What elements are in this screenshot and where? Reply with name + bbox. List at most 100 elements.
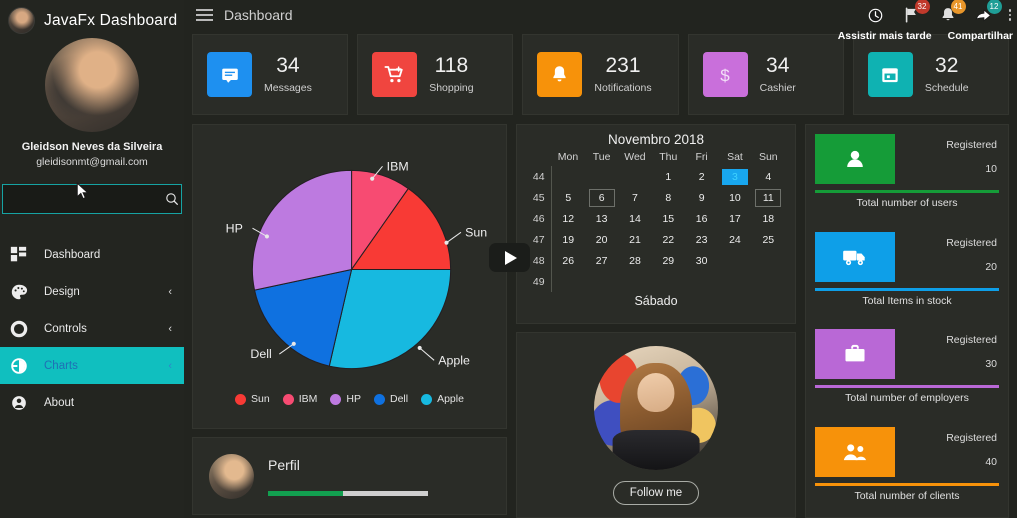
calendar-day[interactable]: 10 [722,190,748,206]
calendar-day[interactable]: 4 [755,169,781,185]
calendar-day-cell[interactable]: 11 [752,187,785,208]
calendar-day[interactable]: 15 [655,211,681,227]
calendar-day-selected[interactable]: 3 [721,168,748,185]
sidebar-item-about[interactable]: About [0,384,184,421]
calendar-day[interactable]: 30 [689,253,715,269]
content-area: IBM Sun HP Dell Apple Sun IBM HP Dell Ap… [184,115,1017,518]
sidebar-item-controls[interactable]: Controls ‹ [0,310,184,347]
hamburger-icon[interactable] [196,9,213,21]
calendar-day-cell[interactable]: 21 [618,229,651,250]
flag-icon[interactable]: 32 [901,0,930,26]
calendar-day-cell[interactable]: 23 [685,229,718,250]
calendar-day-cell[interactable]: 1 [652,166,685,187]
calendar-day[interactable]: 24 [722,232,748,248]
calendar-day-cell[interactable]: 15 [652,208,685,229]
calendar-day-cell[interactable]: 14 [618,208,651,229]
calendar-day[interactable]: 27 [589,253,615,269]
stat-card-cashier[interactable]: $ 34 Cashier [687,34,844,115]
calendar-day[interactable]: 22 [655,232,681,248]
calendar-day-cell[interactable]: 6 [585,187,618,208]
sidebar-item-dashboard[interactable]: Dashboard [0,236,184,273]
calendar-day[interactable]: 9 [689,190,715,206]
calendar-day[interactable]: 25 [755,232,781,248]
calendar-day[interactable]: 16 [689,211,715,227]
registered-card-stock[interactable]: Registered 20 Total Items in stock [815,231,999,323]
calendar-day-cell[interactable]: 12 [551,208,585,229]
sidebar-item-label: Charts [44,359,78,372]
calendar-day-cell[interactable]: 25 [752,229,785,250]
calendar-day[interactable]: 17 [722,211,748,227]
stat-value: 34 [276,54,300,78]
more-vertical-icon[interactable] [1008,9,1011,21]
calendar-day[interactable]: 13 [589,211,615,227]
calendar-day-cell[interactable]: 4 [752,166,785,187]
pie-chart-panel: IBM Sun HP Dell Apple Sun IBM HP Dell Ap… [192,124,507,429]
calendar-day-cell[interactable]: 20 [585,229,618,250]
sidebar-item-charts[interactable]: Charts ‹ [0,347,184,384]
stat-card-messages[interactable]: 34 Messages [192,34,349,115]
share-icon[interactable]: 12 [973,0,1002,26]
registered-card-users[interactable]: Registered 10 Total number of users [815,134,999,225]
calendar-day[interactable]: 28 [622,253,648,269]
calendar-day[interactable]: 19 [555,232,581,248]
calendar-day[interactable]: 23 [689,232,715,248]
calendar-day-cell[interactable]: 26 [551,250,585,271]
stat-card-shopping[interactable]: 118 Shopping [357,34,514,115]
calendar-day[interactable]: 6 [588,188,615,207]
calendar-day-cell[interactable]: 28 [618,250,651,271]
calendar-day-cell[interactable]: 19 [551,229,585,250]
stat-value: 32 [935,54,959,78]
search-box[interactable] [2,184,182,214]
search-icon[interactable] [164,191,180,207]
calendar-day-cell[interactable]: 13 [585,208,618,229]
calendar-day-cell[interactable]: 2 [685,166,718,187]
legend-item[interactable]: IBM [282,393,317,405]
calendar-day-cell[interactable]: 29 [652,250,685,271]
calendar-day[interactable]: 5 [555,190,581,206]
calendar-day[interactable]: 14 [622,211,648,227]
calendar-day-cell[interactable]: 5 [551,187,585,208]
play-button-overlay[interactable] [489,243,530,272]
calendar-day[interactable]: 18 [755,211,781,227]
stat-value: 34 [766,54,790,78]
pie-label-apple: Apple [438,353,470,367]
stat-card-schedule[interactable]: 32 Schedule [852,34,1010,115]
watch-later-clock-icon[interactable] [865,4,887,26]
calendar-day[interactable]: 8 [655,190,681,206]
stat-value: 231 [605,54,641,78]
calendar-day-cell[interactable]: 8 [652,187,685,208]
calendar-day-cell[interactable]: 16 [685,208,718,229]
legend-item[interactable]: Sun [235,393,270,405]
calendar-day-cell[interactable]: 27 [585,250,618,271]
registered-card-employers[interactable]: Registered 30 Total number of employers [815,329,999,420]
calendar-week-number: 48 [527,250,552,271]
sidebar-item-design[interactable]: Design ‹ [0,273,184,310]
legend-item[interactable]: HP [330,393,361,405]
calendar-day-cell[interactable]: 24 [718,229,751,250]
calendar-day-cell[interactable]: 7 [618,187,651,208]
tooltip-share: Compartilhar [947,30,1013,42]
calendar-day[interactable]: 26 [555,253,581,269]
calendar-day-cell[interactable]: 3 [718,166,751,187]
stat-card-notifications[interactable]: 231 Notifications [522,34,679,115]
follow-me-button[interactable]: Follow me [612,480,700,505]
calendar-day[interactable]: 29 [655,253,681,269]
calendar-day-cell[interactable]: 17 [718,208,751,229]
calendar-day[interactable]: 11 [755,188,782,207]
calendar-day-cell[interactable]: 10 [718,187,751,208]
calendar-day-cell[interactable]: 22 [652,229,685,250]
calendar-day[interactable]: 12 [555,211,581,227]
calendar-day-cell[interactable]: 9 [685,187,718,208]
calendar-day-cell[interactable]: 18 [752,208,785,229]
legend-item[interactable]: Apple [421,393,464,405]
registered-card-clients[interactable]: Registered 40 Total number of clients [815,426,999,518]
calendar-day-cell[interactable]: 30 [685,250,718,271]
calendar-day[interactable]: 1 [655,169,681,185]
legend-item[interactable]: Dell [374,393,408,405]
perfil-card[interactable]: Perfil [192,437,507,515]
bell-icon[interactable]: 41 [937,0,966,26]
calendar-day[interactable]: 21 [622,232,648,248]
calendar-day[interactable]: 2 [689,169,715,185]
calendar-day[interactable]: 7 [622,190,648,206]
calendar-day[interactable]: 20 [589,232,615,248]
